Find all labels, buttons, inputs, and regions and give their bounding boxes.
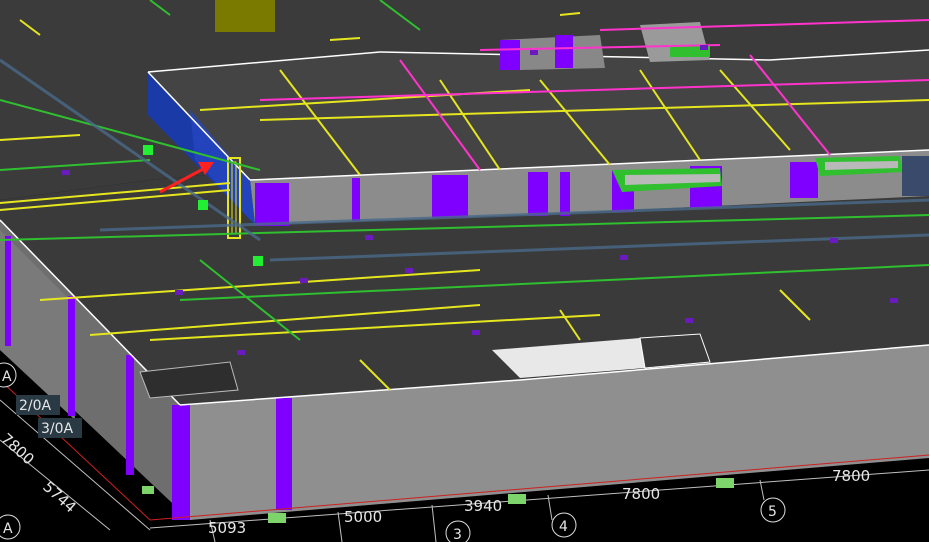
column bbox=[500, 40, 520, 70]
column bbox=[352, 178, 360, 221]
column bbox=[68, 296, 75, 416]
column bbox=[126, 355, 134, 475]
svg-text:4: 4 bbox=[559, 519, 568, 535]
column bbox=[555, 35, 573, 68]
green-square-marker-icon[interactable] bbox=[253, 256, 263, 266]
dimension-label: 5093 bbox=[208, 519, 246, 537]
grid-tag-2-0A: 2/0A bbox=[16, 395, 60, 415]
column bbox=[790, 162, 818, 198]
svg-text:2/0A: 2/0A bbox=[19, 398, 52, 414]
grid-bubble-5: 5 bbox=[760, 497, 786, 523]
dimension-label: 5000 bbox=[344, 508, 382, 526]
svg-text:A: A bbox=[3, 521, 13, 537]
column bbox=[432, 175, 468, 218]
svg-text:5: 5 bbox=[768, 504, 777, 520]
green-square-marker-icon[interactable] bbox=[143, 145, 153, 155]
svg-text:3: 3 bbox=[453, 527, 462, 542]
dimension-label: 7800 bbox=[622, 485, 660, 503]
svg-text:A: A bbox=[2, 369, 12, 385]
model-canvas[interactable]: 5093 5000 3940 7800 7800 7800 5744 3 4 5… bbox=[0, 0, 929, 542]
3d-model-viewport[interactable]: 5093 5000 3940 7800 7800 7800 5744 3 4 5… bbox=[0, 0, 929, 542]
column bbox=[255, 183, 289, 226]
grid-tag-3-0A: 3/0A bbox=[38, 418, 82, 438]
column bbox=[902, 156, 929, 196]
dimension-label: 7800 bbox=[832, 467, 870, 485]
grid-bubble-A-bottom: A bbox=[0, 514, 21, 540]
grid-bubble-4: 4 bbox=[551, 512, 577, 538]
dimension-label: 3940 bbox=[464, 497, 502, 515]
column bbox=[172, 405, 190, 520]
svg-text:3/0A: 3/0A bbox=[41, 421, 74, 437]
yellow-column-top bbox=[215, 0, 275, 32]
column bbox=[528, 172, 548, 216]
column bbox=[276, 398, 292, 510]
column bbox=[560, 172, 570, 216]
grid-bubble-3: 3 bbox=[445, 520, 471, 542]
green-square-marker-icon[interactable] bbox=[198, 200, 208, 210]
column bbox=[5, 236, 11, 346]
slab-opening-rim bbox=[639, 333, 711, 369]
